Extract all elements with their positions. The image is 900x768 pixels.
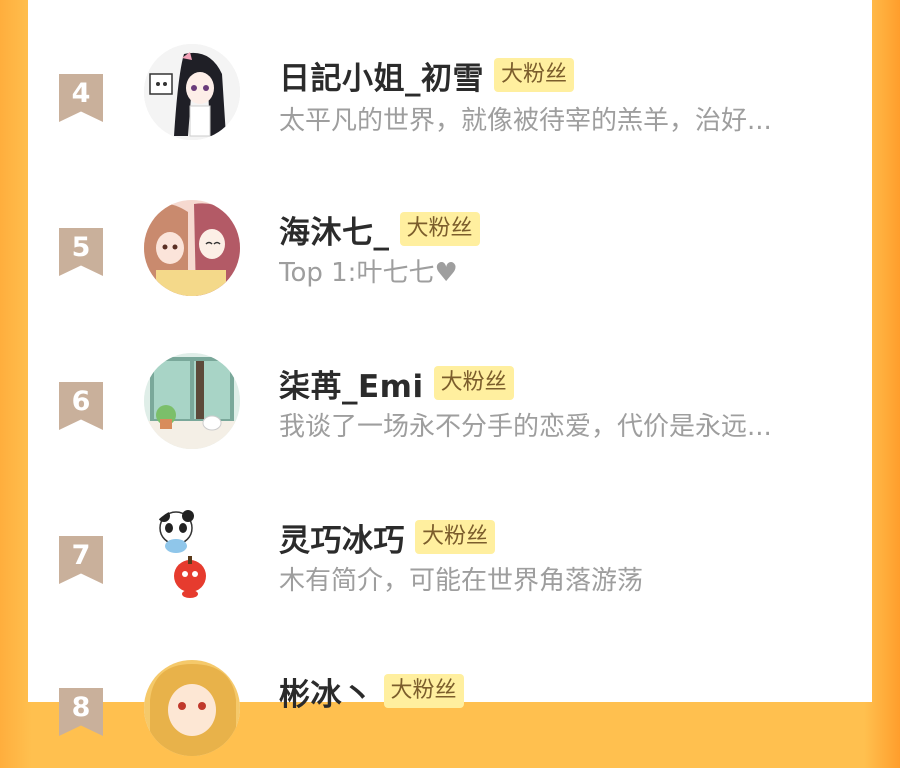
rank-ribbon-icon: 4	[59, 74, 103, 122]
avatar[interactable]	[144, 506, 240, 602]
list-item[interactable]: 8 彬冰丶 大粉丝	[28, 648, 872, 768]
rank-number: 8	[71, 692, 91, 723]
rank-ribbon-icon: 6	[59, 382, 103, 430]
avatar[interactable]	[144, 660, 240, 756]
big-fan-badge: 大粉丝	[399, 212, 480, 246]
rank-ribbon-icon: 7	[59, 536, 103, 584]
big-fan-badge: 大粉丝	[383, 674, 464, 708]
rank-ribbon-icon: 8	[59, 688, 103, 736]
avatar[interactable]	[144, 200, 240, 296]
fan-name: 海沐七_	[279, 214, 390, 251]
avatar[interactable]	[144, 44, 240, 140]
fan-signature: 我谈了一场永不分手的恋爱，代价是永远...	[279, 412, 772, 442]
window-cat-avatar-icon	[144, 353, 240, 449]
big-fan-badge: 大粉丝	[433, 366, 514, 400]
fan-signature: 木有简介，可能在世界角落游荡	[279, 566, 644, 596]
list-item[interactable]: 5 海沐七_ 大粉丝 Top 1:叶七七♥	[28, 186, 872, 306]
fan-name: 日記小姐_初雪	[279, 60, 484, 97]
rank-ribbon-icon: 5	[59, 228, 103, 276]
fan-signature: Top 1:叶七七♥	[279, 258, 458, 288]
anime-girl-avatar-icon	[144, 44, 240, 140]
fan-name: 彬冰丶	[279, 676, 374, 713]
fan-ranking-card: 4 日記小姐_初雪 大粉丝 太平凡的世界，就像被待宰的羔羊，治好... 5 海沐…	[28, 0, 872, 756]
two-girls-avatar-icon	[144, 200, 240, 296]
fan-name: 柒苒_Emi	[279, 368, 424, 405]
rank-number: 6	[71, 386, 91, 417]
list-item[interactable]: 6 柒苒_Emi 大粉丝 我谈了一场永不分手的恋爱，代价是永远...	[28, 340, 872, 460]
rank-number: 5	[71, 232, 91, 263]
list-item[interactable]: 4 日記小姐_初雪 大粉丝 太平凡的世界，就像被待宰的羔羊，治好...	[28, 32, 872, 152]
fan-signature: 太平凡的世界，就像被待宰的羔羊，治好...	[279, 106, 772, 136]
big-fan-badge: 大粉丝	[494, 58, 575, 92]
avatar[interactable]	[144, 353, 240, 449]
blonde-girl-avatar-icon	[144, 660, 240, 756]
big-fan-badge: 大粉丝	[415, 520, 496, 554]
fan-name: 灵巧冰巧	[279, 522, 405, 559]
panda-apple-avatar-icon	[158, 510, 206, 598]
rank-number: 7	[71, 540, 91, 571]
rank-number: 4	[71, 78, 91, 109]
list-item[interactable]: 7 灵巧冰巧 大粉丝 木有简介，可能在世界角落游荡	[28, 494, 872, 614]
